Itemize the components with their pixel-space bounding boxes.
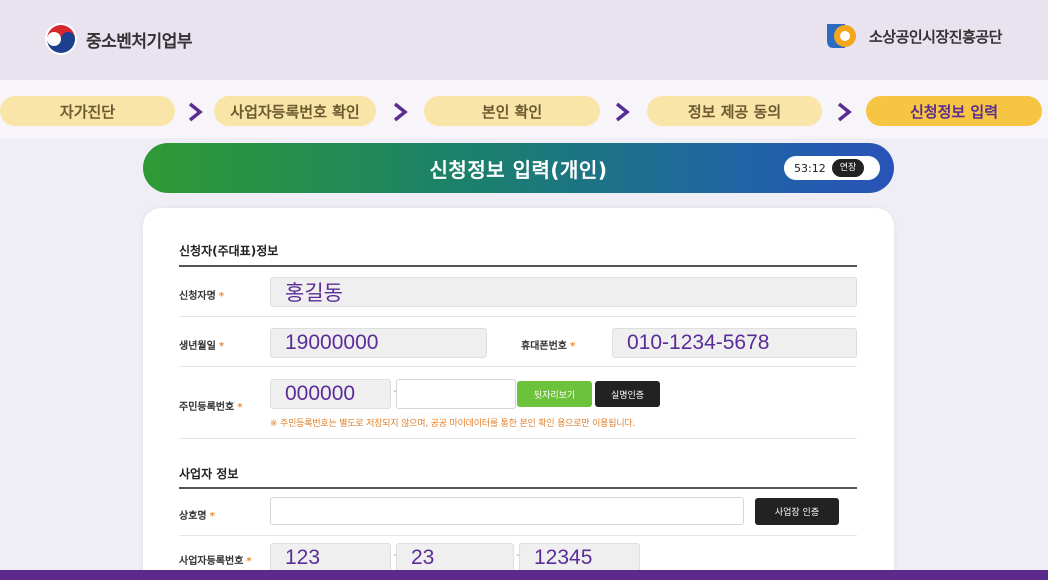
applicant-name-field[interactable]: 홍길동 — [270, 277, 857, 307]
birthdate-label: 생년월일 * — [179, 341, 225, 352]
phone-label: 휴대폰번호 * — [521, 341, 576, 352]
ministry-logo[interactable]: 중소벤처기업부 — [44, 22, 192, 56]
rrn-front-field[interactable]: 000000 — [270, 379, 391, 409]
bottom-bar — [0, 570, 1048, 580]
section-divider — [179, 487, 857, 489]
section-divider — [179, 265, 857, 267]
chevron-right-icon — [615, 102, 630, 122]
session-timer: 53:12 연장 — [784, 156, 880, 180]
row-divider — [179, 535, 857, 536]
step-self-diagnosis: 자가진단 — [0, 96, 175, 126]
chevron-right-icon — [188, 102, 203, 122]
step-consent: 정보 제공 동의 — [647, 96, 822, 126]
agency-emblem-icon — [826, 24, 856, 48]
agency-logo[interactable]: 소상공인시장진흥공단 — [823, 20, 1003, 52]
chevron-right-icon — [393, 102, 408, 122]
row-divider — [179, 366, 857, 367]
business-number-part3-field[interactable]: 12345 — [519, 543, 640, 573]
taegeuk-emblem-icon — [45, 23, 77, 55]
business-number-label: 사업자등록번호 * — [179, 556, 252, 567]
row-divider — [179, 316, 857, 317]
progress-steps: 자가진단 사업자등록번호 확인 본인 확인 정보 제공 동의 신청정보 입력 — [0, 80, 1048, 138]
rrn-label: 주민등록번호 * — [179, 402, 243, 413]
chevron-right-icon — [837, 102, 852, 122]
row-divider — [179, 438, 857, 439]
company-name-field[interactable] — [270, 497, 744, 525]
rrn-back-field[interactable] — [396, 379, 516, 409]
show-rrn-back-button[interactable]: 뒷자리보기 — [517, 381, 592, 407]
birthdate-field[interactable]: 19000000 — [270, 328, 487, 358]
top-header: 중소벤처기업부 소상공인시장진흥공단 — [0, 0, 1048, 80]
business-number-part1-field[interactable]: 123 — [270, 543, 391, 573]
ministry-name: 중소벤처기업부 — [86, 31, 192, 52]
agency-name: 소상공인시장진흥공단 — [868, 27, 1003, 46]
verify-name-button[interactable]: 실명인증 — [595, 381, 660, 407]
applicant-section-title: 신청자(주대표)정보 — [179, 244, 279, 258]
rrn-notice: ※ 주민등록번호는 별도로 저장되지 않으며, 공공 마이데이터를 통한 본인 … — [270, 419, 636, 429]
phone-field[interactable]: 010-1234-5678 — [612, 328, 857, 358]
form-title-bar: 신청정보 입력(개인) 53:12 연장 — [143, 143, 894, 193]
step-identity: 본인 확인 — [424, 96, 600, 126]
timer-value: 53:12 — [794, 161, 826, 175]
page-title: 신청정보 입력(개인) — [429, 157, 608, 182]
applicant-name-label: 신청자명 * — [179, 291, 225, 302]
business-verify-button[interactable]: 사업장 인증 — [755, 498, 839, 525]
business-section-title: 사업자 정보 — [179, 467, 239, 481]
company-name-label: 상호명 * — [179, 511, 215, 522]
step-application-info: 신청정보 입력 — [866, 96, 1042, 126]
extend-session-button[interactable]: 연장 — [831, 159, 865, 177]
business-number-part2-field[interactable]: 23 — [396, 543, 514, 573]
application-form: 신청자(주대표)정보 신청자명 * 홍길동 생년월일 * 19000000 휴대폰번… — [143, 208, 894, 580]
step-business-number: 사업자등록번호 확인 — [214, 96, 376, 126]
